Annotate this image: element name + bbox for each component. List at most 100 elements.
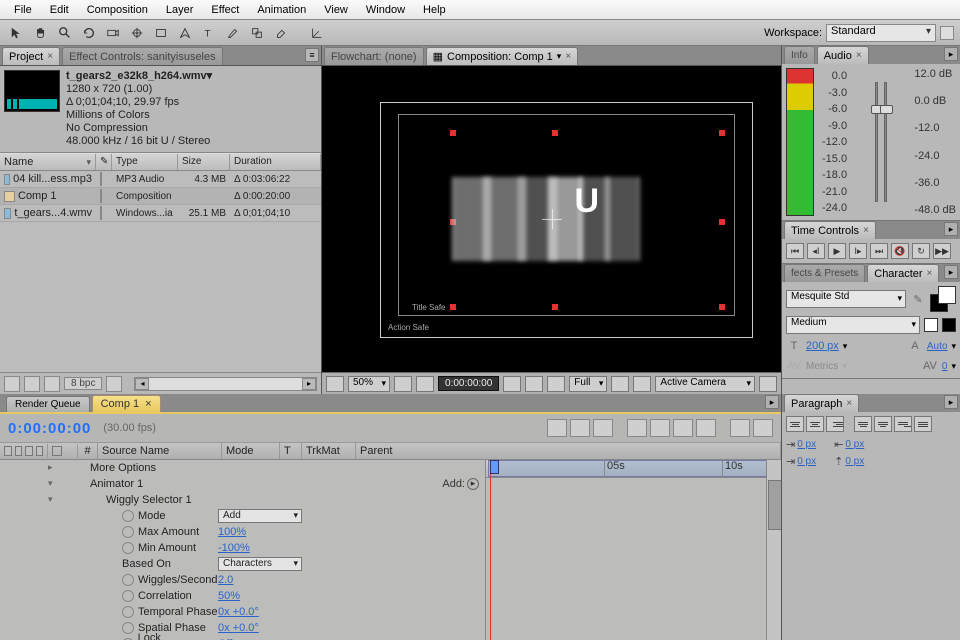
flowchart-tab[interactable]: Flowchart: (none) <box>324 47 424 65</box>
selection-tool[interactable] <box>6 23 28 43</box>
layer-handle[interactable] <box>552 304 558 310</box>
indent-left-value[interactable]: 0 px <box>797 439 816 450</box>
live-update-button[interactable] <box>593 419 613 437</box>
prev-frame-button[interactable]: ◂Ⅰ <box>807 243 825 259</box>
col-duration[interactable]: Duration <box>230 154 321 170</box>
justify-right-button[interactable] <box>894 416 912 432</box>
layer-handle[interactable] <box>719 219 725 225</box>
align-left-button[interactable] <box>786 416 804 432</box>
motion-blur-button[interactable] <box>673 419 693 437</box>
safe-zones-button[interactable] <box>394 376 412 392</box>
view-select[interactable]: Active Camera <box>655 376 755 392</box>
fill-swatch[interactable] <box>924 318 938 332</box>
snapshot-button[interactable] <box>503 376 521 392</box>
composition-tab[interactable]: ▦Composition: Comp 1▾× <box>426 47 579 65</box>
layer-handle[interactable] <box>450 130 456 136</box>
correlation-value[interactable]: 50% <box>218 590 240 602</box>
menu-view[interactable]: View <box>316 2 356 18</box>
hand-tool[interactable] <box>30 23 52 43</box>
prop-animator[interactable]: ▾Animator 1 Add:▸ <box>0 476 485 492</box>
timeline-current-time[interactable]: 0:00:00:00 <box>8 420 91 437</box>
prop-correlation[interactable]: Correlation50% <box>0 588 485 604</box>
stopwatch-icon[interactable] <box>122 510 134 522</box>
label-swatch[interactable] <box>100 206 102 220</box>
rotate-tool[interactable] <box>78 23 100 43</box>
paragraph-tab[interactable]: Paragraph× <box>784 394 859 412</box>
time-ruler[interactable]: 05s 10s 20s <box>486 460 781 478</box>
panel-menu-icon[interactable]: ≡ <box>305 48 319 62</box>
menu-window[interactable]: Window <box>358 2 413 18</box>
color-swatches[interactable] <box>930 286 956 312</box>
render-queue-tab[interactable]: Render Queue <box>6 396 90 412</box>
panel-menu-icon[interactable]: ▸ <box>944 47 958 61</box>
project-row[interactable]: 04 kill...ess.mp3 MP3 Audio 4.3 MB Δ 0:0… <box>0 171 321 188</box>
col-source-name[interactable]: Source Name <box>98 443 222 459</box>
eyedropper-icon[interactable]: ✎ <box>910 291 926 307</box>
col-t[interactable]: T <box>280 443 302 459</box>
magnification-select[interactable]: 50% <box>348 376 390 392</box>
label-column-icon[interactable] <box>52 446 62 456</box>
brainstorm-button[interactable] <box>696 419 716 437</box>
delete-button[interactable] <box>106 376 122 392</box>
stopwatch-icon[interactable] <box>122 526 134 538</box>
prop-mode[interactable]: ModeAdd <box>0 508 485 524</box>
prop-more-options[interactable]: ▸More Options <box>0 460 485 476</box>
wiggles-sec-value[interactable]: 2.0 <box>218 574 233 586</box>
color-mgmt-button[interactable] <box>547 376 565 392</box>
rect-tool[interactable] <box>150 23 172 43</box>
col-label[interactable]: ✎ <box>96 154 112 170</box>
text-tool[interactable]: T <box>198 23 220 43</box>
resolution-select[interactable]: Full <box>569 376 607 392</box>
menu-help[interactable]: Help <box>415 2 454 18</box>
panel-menu-icon[interactable]: ▸ <box>944 222 958 236</box>
project-row[interactable]: Comp 1 Composition Δ 0:00:20:00 <box>0 188 321 205</box>
stopwatch-icon[interactable] <box>122 574 134 586</box>
bpc-button[interactable]: 8 bpc <box>64 377 102 390</box>
stopwatch-icon[interactable] <box>122 622 134 634</box>
auto-keyframe-button[interactable] <box>730 419 750 437</box>
font-family-select[interactable]: Mesquite Std <box>786 290 906 308</box>
comp-flowchart-button[interactable] <box>547 419 567 437</box>
character-tab[interactable]: Character× <box>867 264 939 282</box>
col-type[interactable]: Type <box>112 154 178 170</box>
timeline-comp-tab[interactable]: Comp 1× <box>92 395 161 412</box>
always-preview-button[interactable] <box>326 376 344 392</box>
level-slider-left[interactable] <box>875 82 878 202</box>
current-time-display[interactable]: 0:00:00:00 <box>438 376 499 391</box>
project-row[interactable]: t_gears...4.wmv Windows...ia 25.1 MB Δ 0… <box>0 205 321 222</box>
new-comp-button[interactable] <box>44 376 60 392</box>
panel-menu-icon[interactable]: ▸ <box>944 265 958 279</box>
kerning-value[interactable]: Metrics <box>806 361 838 372</box>
layer-handle[interactable] <box>719 304 725 310</box>
transparency-grid-button[interactable] <box>633 376 651 392</box>
workspace-select[interactable]: Standard <box>826 24 936 42</box>
frame-blend-button[interactable] <box>650 419 670 437</box>
temporal-phase-value[interactable]: 0x +0.0° <box>218 606 259 618</box>
tracking-value[interactable]: 0 <box>942 361 948 372</box>
stopwatch-icon[interactable] <box>122 606 134 618</box>
prop-wiggles-sec[interactable]: Wiggles/Second2.0 <box>0 572 485 588</box>
min-amount-value[interactable]: -100% <box>218 542 250 554</box>
solo-switch-icon[interactable] <box>25 446 33 456</box>
mute-button[interactable]: 🔇 <box>891 243 909 259</box>
col-name[interactable]: Name▾ <box>0 154 96 170</box>
level-slider-right[interactable] <box>884 82 887 202</box>
prop-temporal-phase[interactable]: Temporal Phase0x +0.0° <box>0 604 485 620</box>
align-right-button[interactable] <box>826 416 844 432</box>
close-icon[interactable]: × <box>927 268 933 279</box>
based-on-select[interactable]: Characters <box>218 557 302 571</box>
effects-presets-tab[interactable]: fects & Presets <box>784 264 865 282</box>
video-switch-icon[interactable] <box>4 446 12 456</box>
graph-editor-button[interactable] <box>753 419 773 437</box>
prop-lock-dimensions[interactable]: Lock DimensionsOff <box>0 636 485 640</box>
close-icon[interactable]: × <box>856 50 862 61</box>
justify-left-button[interactable] <box>854 416 872 432</box>
space-before-value[interactable]: 0 px <box>845 456 864 467</box>
stopwatch-icon[interactable] <box>122 590 134 602</box>
audio-tab[interactable]: Audio× <box>817 46 869 64</box>
play-button[interactable]: ▶ <box>828 243 846 259</box>
stroke-swatch[interactable] <box>942 318 956 332</box>
col-parent[interactable]: Parent <box>356 443 781 459</box>
close-icon[interactable]: × <box>145 398 151 410</box>
menu-layer[interactable]: Layer <box>158 2 202 18</box>
